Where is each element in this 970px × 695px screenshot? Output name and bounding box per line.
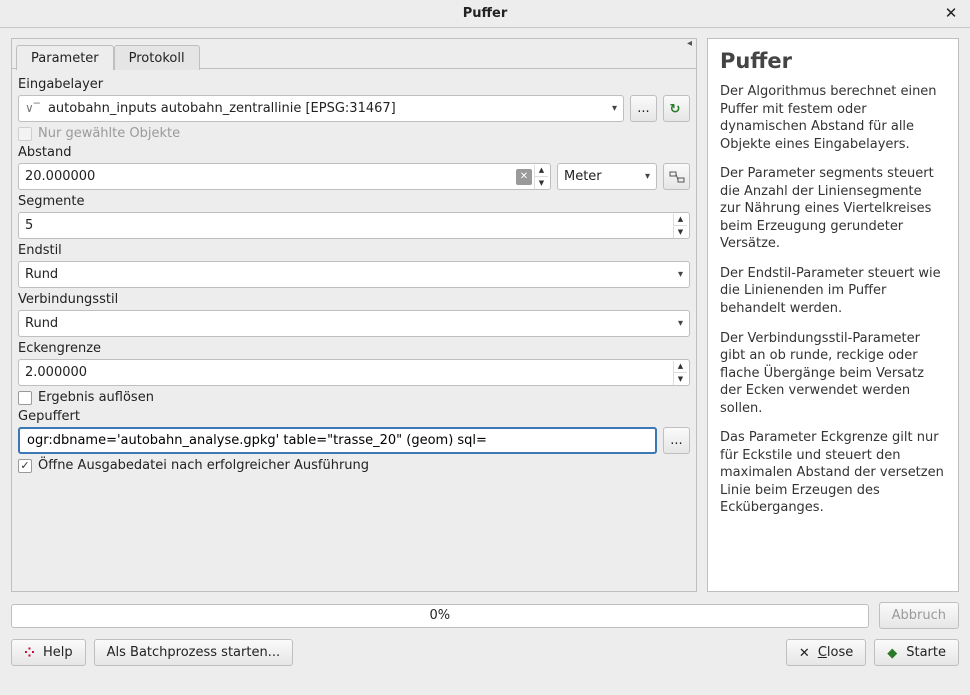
label-buffered: Gepuffert — [18, 409, 690, 424]
endstyle-select[interactable]: Rund ▾ — [18, 261, 690, 288]
link-icon — [669, 170, 685, 184]
parameters-panel: ◂ Parameter Protokoll Eingabelayer ∨‾ au… — [11, 38, 697, 592]
help-paragraph: Der Verbindungsstil-Parameter gibt an ob… — [720, 330, 946, 418]
help-title: Puffer — [720, 49, 946, 73]
distance-unit-select[interactable]: Meter ▾ — [557, 163, 657, 190]
line-layer-icon: ∨‾ — [25, 101, 40, 115]
run-button[interactable]: ◆ Starte — [874, 639, 959, 666]
joinstyle-select[interactable]: Rund ▾ — [18, 310, 690, 337]
run-icon: ◆ — [887, 646, 901, 660]
distance-step-down[interactable]: ▼ — [534, 177, 548, 189]
input-layer-value: autobahn_inputs autobahn_zentrallinie [E… — [48, 101, 396, 116]
close-icon: ✕ — [799, 646, 813, 660]
miter-step-up[interactable]: ▲ — [673, 361, 687, 374]
distance-unit-value: Meter — [564, 169, 602, 184]
help-paragraph: Der Algorithmus berechnet einen Puffer m… — [720, 83, 946, 153]
label-open-after: Öffne Ausgabedatei nach erfolgreicher Au… — [38, 458, 369, 473]
miter-step-down[interactable]: ▼ — [673, 373, 687, 385]
label-only-selected: Nur gewählte Objekte — [38, 126, 180, 141]
chevron-down-icon: ▾ — [645, 171, 650, 182]
label-miter-limit: Eckengrenze — [18, 341, 690, 356]
progress-text: 0% — [430, 608, 451, 623]
data-defined-override-button[interactable] — [663, 163, 690, 190]
output-path-input[interactable] — [18, 427, 657, 454]
label-endstyle: Endstil — [18, 243, 690, 258]
close-button-label: Close — [818, 645, 853, 660]
open-after-checkbox[interactable] — [18, 459, 32, 473]
clear-distance-button[interactable]: ✕ — [516, 169, 532, 185]
progress-bar: 0% — [11, 604, 869, 628]
chevron-down-icon: ▾ — [678, 269, 683, 280]
chevron-down-icon: ▾ — [678, 318, 683, 329]
segments-input[interactable]: 5 ▲ ▼ — [18, 212, 690, 239]
label-joinstyle: Verbindungsstil — [18, 292, 690, 307]
tab-parameter[interactable]: Parameter — [16, 45, 114, 70]
abort-button: Abbruch — [879, 602, 959, 629]
segments-step-down[interactable]: ▼ — [673, 226, 687, 238]
distance-value: 20.000000 — [25, 169, 95, 184]
help-button-label: Help — [43, 645, 73, 660]
run-button-label: Starte — [906, 645, 946, 660]
tab-protocol[interactable]: Protokoll — [114, 45, 200, 70]
input-layer-browse-button[interactable]: ... — [630, 95, 657, 122]
help-button[interactable]: ⁘ Help — [11, 639, 86, 666]
label-dissolve: Ergebnis auflösen — [38, 390, 154, 405]
window-title: Puffer — [463, 6, 508, 21]
segments-step-up[interactable]: ▲ — [673, 214, 687, 227]
joinstyle-value: Rund — [25, 316, 58, 331]
close-button[interactable]: ✕ Close — [786, 639, 866, 666]
dissolve-checkbox[interactable] — [18, 391, 32, 405]
output-browse-button[interactable]: ... — [663, 427, 690, 454]
help-paragraph: Der Parameter segments steuert die Anzah… — [720, 165, 946, 253]
titlebar: Puffer ✕ — [0, 0, 970, 28]
reload-icon: ↻ — [670, 102, 684, 116]
help-icon: ⁘ — [24, 646, 38, 660]
miter-limit-input[interactable]: 2.000000 ▲ ▼ — [18, 359, 690, 386]
endstyle-value: Rund — [25, 267, 58, 282]
label-segments: Segmente — [18, 194, 690, 209]
only-selected-checkbox — [18, 127, 32, 141]
help-panel: Puffer Der Algorithmus berechnet einen P… — [707, 38, 959, 592]
help-paragraph: Der Endstil-Parameter steuert wie die Li… — [720, 265, 946, 318]
distance-input[interactable]: 20.000000 ✕ ▲ ▼ — [18, 163, 551, 190]
miter-limit-value: 2.000000 — [25, 365, 87, 380]
help-paragraph: Das Parameter Eckgrenze gilt nur für Eck… — [720, 429, 946, 517]
label-distance: Abstand — [18, 145, 690, 160]
label-input-layer: Eingabelayer — [18, 77, 690, 92]
distance-step-up[interactable]: ▲ — [534, 165, 548, 178]
iterate-layers-button[interactable]: ↻ — [663, 95, 690, 122]
output-path-value[interactable] — [25, 428, 650, 453]
segments-value: 5 — [25, 218, 33, 233]
chevron-down-icon: ▾ — [612, 103, 617, 114]
run-as-batch-button[interactable]: Als Batchprozess starten... — [94, 639, 293, 666]
input-layer-combo[interactable]: ∨‾ autobahn_inputs autobahn_zentrallinie… — [18, 95, 624, 122]
window-close-button[interactable]: ✕ — [942, 4, 960, 22]
